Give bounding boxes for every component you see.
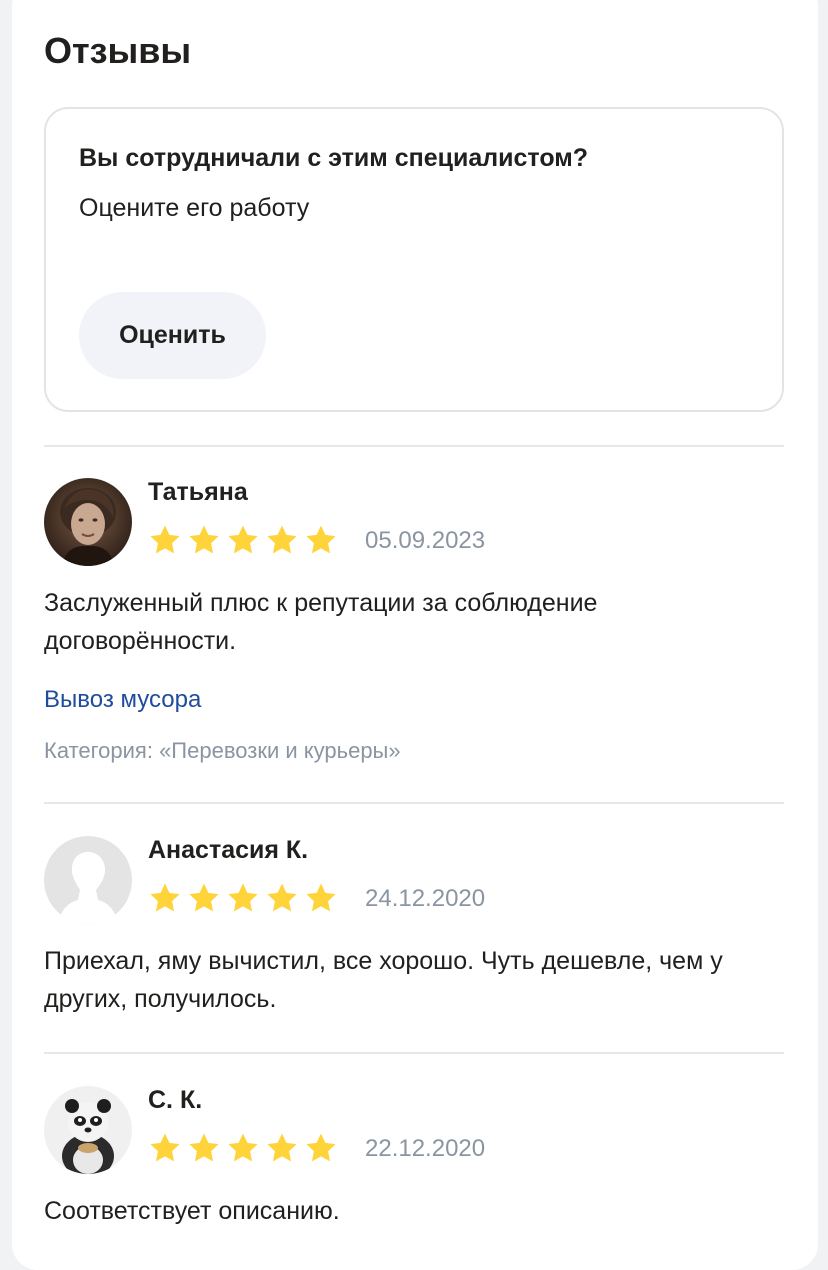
- star-icon: [150, 883, 180, 912]
- rating-stars: [148, 1128, 343, 1168]
- divider: [44, 802, 784, 804]
- section-title: Отзывы: [44, 30, 192, 71]
- reviews-card: Отзывы Вы сотрудничали с этим специалист…: [12, 0, 818, 1270]
- divider: [44, 1052, 784, 1054]
- service-link[interactable]: Вывоз мусора: [44, 686, 201, 714]
- star-icon: [267, 883, 297, 912]
- star-icon: [228, 525, 258, 554]
- user-silhouette-icon: [44, 836, 132, 924]
- rate-question: Вы сотрудничали с этим специалистом?: [79, 144, 589, 172]
- star-icon: [228, 883, 258, 912]
- rate-specialist-block: Вы сотрудничали с этим специалистом? Оце…: [44, 107, 784, 412]
- rate-button[interactable]: Оценить: [79, 292, 266, 379]
- star-icon: [306, 883, 336, 912]
- star-icon: [189, 1133, 219, 1162]
- avatar[interactable]: [44, 1086, 132, 1174]
- rating-stars: [148, 520, 343, 560]
- star-icon: [150, 525, 180, 554]
- review-date: 22.12.2020: [365, 1135, 486, 1162]
- review-date: 24.12.2020: [365, 885, 486, 912]
- rate-subtitle: Оцените его работу: [79, 194, 310, 222]
- review-text: Соответствует описанию.: [44, 1197, 340, 1225]
- star-icon: [267, 525, 297, 554]
- star-icon: [189, 883, 219, 912]
- star-icon: [189, 525, 219, 554]
- star-icon: [228, 1133, 258, 1162]
- panda-icon: [44, 1086, 132, 1174]
- divider: [44, 445, 784, 447]
- star-icon: [267, 1133, 297, 1162]
- review-text: Приехал, яму вычистил, все хорошо. Чуть …: [44, 947, 723, 1013]
- review-author[interactable]: Татьяна: [148, 478, 248, 507]
- avatar[interactable]: [44, 478, 132, 566]
- star-icon: [150, 1133, 180, 1162]
- portrait-photo-icon: [44, 478, 132, 566]
- review-category: Категория: «Перевозки и курьеры»: [44, 738, 401, 763]
- review-author[interactable]: Анастасия К.: [148, 836, 308, 865]
- star-icon: [306, 1133, 336, 1162]
- avatar[interactable]: [44, 836, 132, 924]
- review-author[interactable]: С. К.: [148, 1086, 202, 1115]
- review-text: Заслуженный плюс к репутации за соблюден…: [44, 589, 598, 655]
- star-icon: [306, 525, 336, 554]
- review-date: 05.09.2023: [365, 527, 486, 554]
- rating-stars: [148, 878, 343, 918]
